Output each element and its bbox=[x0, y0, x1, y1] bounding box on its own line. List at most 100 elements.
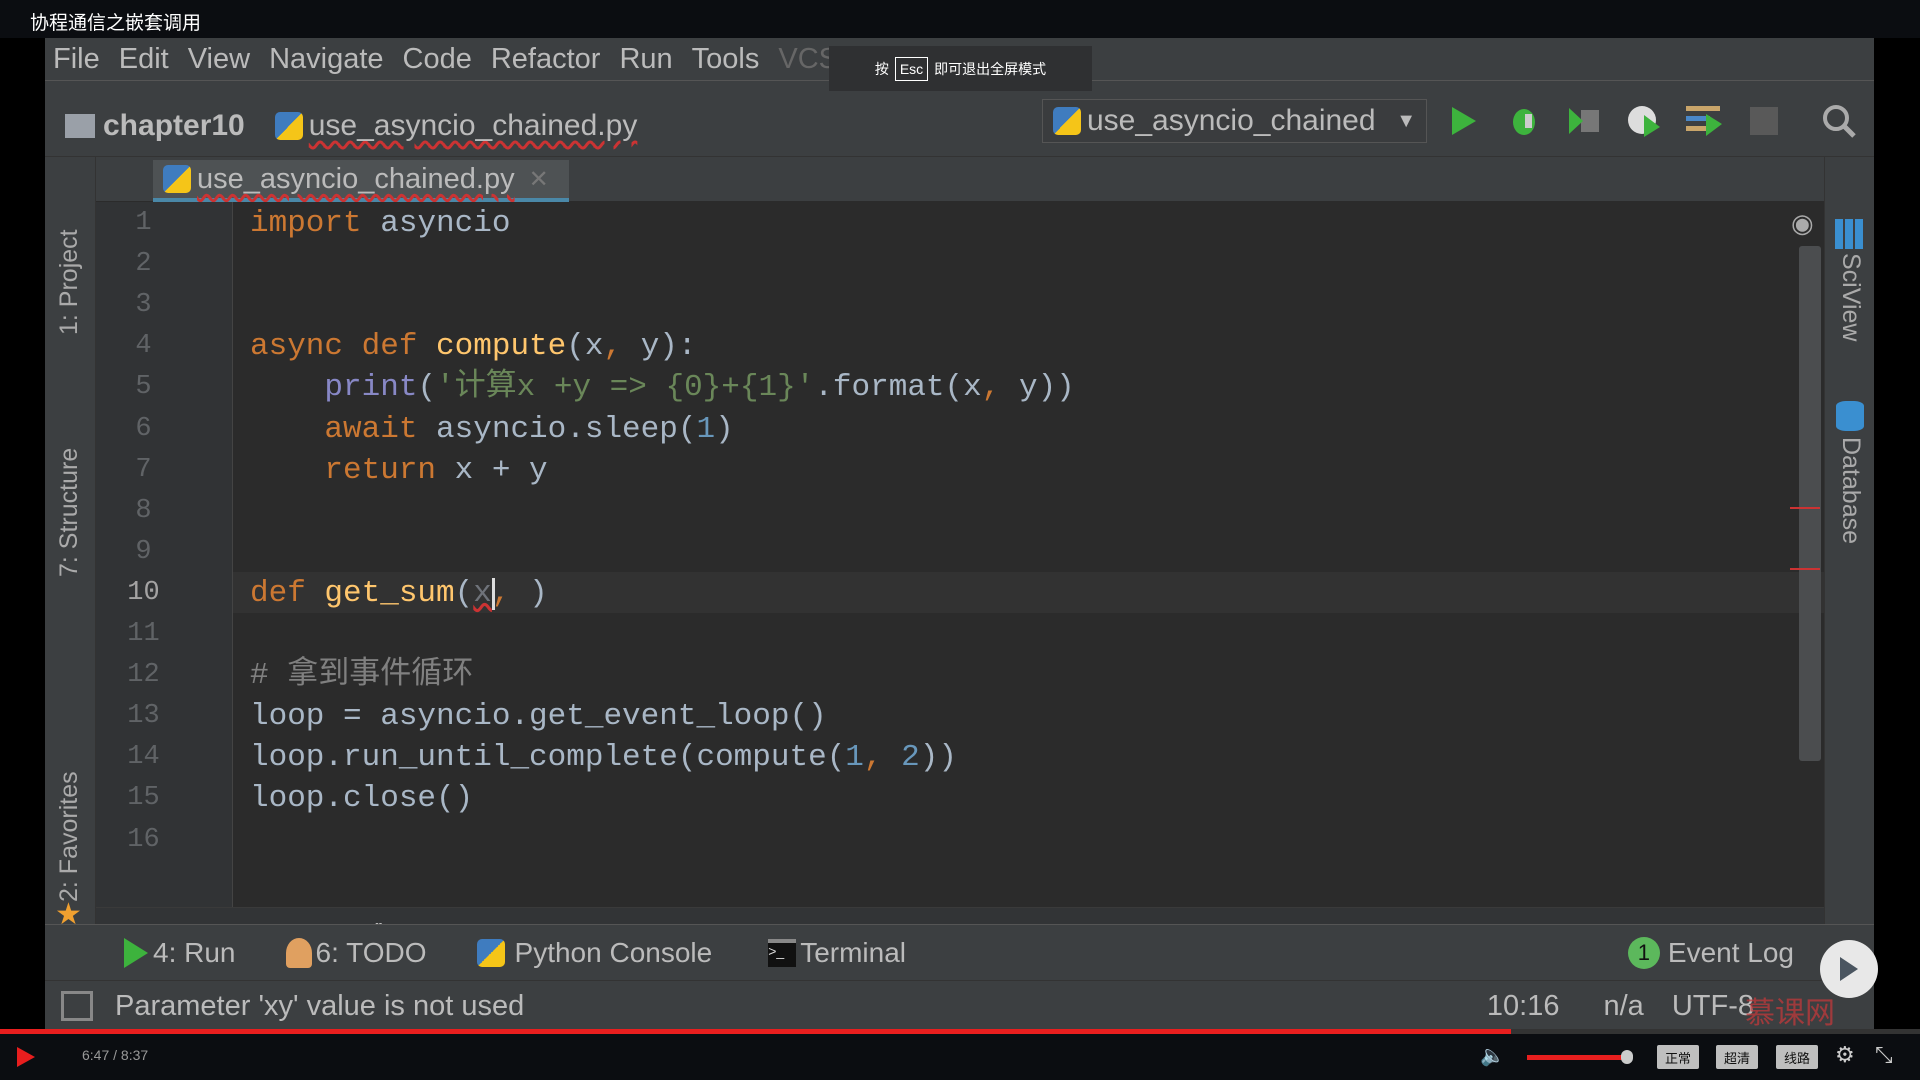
code-token: y)) bbox=[1018, 370, 1075, 406]
tool-project[interactable]: 1: Project bbox=[55, 229, 84, 335]
eye-icon[interactable]: ◉ bbox=[1791, 208, 1814, 239]
event-log-label: Event Log bbox=[1667, 936, 1794, 968]
code-token: x + y bbox=[454, 452, 548, 488]
menu-code[interactable]: Code bbox=[403, 43, 472, 76]
code-token: return bbox=[250, 452, 455, 488]
concurrency-button[interactable] bbox=[1685, 102, 1723, 140]
line-number: 1 bbox=[135, 208, 152, 238]
line-number: 7 bbox=[135, 454, 152, 485]
search-button[interactable] bbox=[1820, 102, 1858, 140]
coverage-button[interactable] bbox=[1565, 102, 1603, 140]
code-line[interactable]: loop.close() bbox=[250, 778, 473, 819]
event-log[interactable]: 1 Event Log bbox=[1627, 936, 1794, 969]
code-line[interactable]: # 拿到事件循环 bbox=[250, 655, 473, 696]
exit-fullscreen-icon[interactable]: ⤡ bbox=[1875, 1042, 1893, 1068]
line-number: 2 bbox=[135, 249, 152, 280]
code-line[interactable]: async def compute(x, y): bbox=[250, 326, 697, 367]
code-line[interactable]: def get_sum(x, ) bbox=[250, 573, 548, 614]
code-token: , bbox=[863, 740, 902, 776]
debug-button[interactable] bbox=[1505, 102, 1543, 140]
tool-python-console-label: Python Console bbox=[514, 936, 713, 968]
tool-terminal[interactable]: >_ Terminal bbox=[768, 937, 906, 969]
close-icon[interactable]: ✕ bbox=[529, 165, 549, 194]
code-editor[interactable]: import asyncio async def compute(x, y): p… bbox=[233, 202, 1845, 907]
file-encoding[interactable]: UTF-8 bbox=[1672, 990, 1754, 1023]
toggle-tool-windows-icon[interactable] bbox=[61, 991, 93, 1021]
menu-navigate[interactable]: Navigate bbox=[269, 43, 383, 76]
tool-todo-label: 6: TODO bbox=[315, 936, 427, 968]
code-line[interactable]: loop.run_until_complete(compute(1, 2)) bbox=[250, 737, 957, 778]
code-token: x bbox=[473, 575, 492, 611]
code-token: , bbox=[491, 575, 530, 611]
volume-slider[interactable] bbox=[1527, 1050, 1633, 1064]
line-number: 9 bbox=[135, 536, 152, 567]
menu-run[interactable]: Run bbox=[619, 43, 672, 76]
stop-button[interactable] bbox=[1745, 102, 1783, 140]
code-token: ) bbox=[715, 411, 734, 447]
chevron-down-icon: ▼ bbox=[1396, 109, 1416, 132]
breadcrumb-folder[interactable]: chapter10 bbox=[103, 109, 245, 143]
gear-icon[interactable]: ⚙ bbox=[1835, 1042, 1855, 1068]
terminal-icon: >_ bbox=[768, 938, 797, 967]
caret-position[interactable]: 10:16 bbox=[1487, 990, 1560, 1023]
code-token: asyncio.sleep( bbox=[436, 411, 697, 447]
database-icon bbox=[1836, 401, 1864, 431]
editor-tabs: use_asyncio_chained.py ✕ bbox=[96, 157, 1869, 202]
video-title: 协程通信之嵌套调用 bbox=[0, 0, 1920, 38]
route-button[interactable]: 线路 bbox=[1776, 1045, 1819, 1069]
error-marker[interactable] bbox=[1790, 507, 1820, 509]
menu-file[interactable]: File bbox=[53, 43, 100, 76]
tool-structure[interactable]: 7: Structure bbox=[55, 448, 84, 577]
code-token: , bbox=[603, 329, 641, 365]
line-number: 3 bbox=[135, 290, 152, 321]
tab-use-asyncio-chained[interactable]: use_asyncio_chained.py ✕ bbox=[153, 160, 569, 202]
code-token: import bbox=[250, 206, 381, 241]
code-token: def bbox=[250, 575, 325, 611]
todo-icon bbox=[285, 937, 312, 968]
player-controls: 6:47 / 8:37 🔈 正常 超清 线路 ⚙ ⤡ bbox=[0, 1034, 1920, 1080]
next-video-button[interactable] bbox=[1820, 940, 1878, 998]
breadcrumb-file[interactable]: use_asyncio_chained.py bbox=[309, 109, 638, 143]
line-number: 8 bbox=[135, 495, 152, 526]
play-icon[interactable] bbox=[16, 1046, 36, 1068]
tool-sciview[interactable]: SciView bbox=[1836, 253, 1865, 341]
volume-icon[interactable]: 🔈 bbox=[1480, 1043, 1505, 1068]
tab-label: use_asyncio_chained.py bbox=[197, 162, 515, 195]
event-count-badge: 1 bbox=[1627, 936, 1660, 969]
tool-database[interactable]: Database bbox=[1836, 437, 1865, 544]
volume-fill bbox=[1527, 1055, 1622, 1060]
code-line[interactable]: loop = asyncio.get_event_loop() bbox=[250, 696, 827, 737]
tool-python-console[interactable]: Python Console bbox=[476, 936, 713, 969]
menu-view[interactable]: View bbox=[188, 43, 250, 76]
line-number: 16 bbox=[127, 824, 160, 855]
volume-handle[interactable] bbox=[1621, 1050, 1633, 1064]
tool-favorites[interactable]: 2: Favorites bbox=[55, 771, 84, 902]
code-token: ( bbox=[417, 370, 437, 406]
code-token: print bbox=[324, 370, 418, 406]
run-config-select[interactable]: use_asyncio_chained ▼ bbox=[1042, 99, 1427, 143]
error-marker[interactable] bbox=[1790, 568, 1820, 570]
line-number: 5 bbox=[135, 372, 152, 403]
code-line[interactable]: print('计算x +y => {0}+{1}'.format(x, y)) bbox=[250, 367, 1075, 408]
status-message: Parameter 'xy' value is not used bbox=[115, 989, 525, 1022]
menu-refactor[interactable]: Refactor bbox=[491, 43, 601, 76]
code-line[interactable]: import asyncio bbox=[250, 203, 510, 244]
debug-icon bbox=[1513, 109, 1535, 135]
quality-normal-button[interactable]: 正常 bbox=[1657, 1045, 1700, 1069]
code-token: loop.run_until_complete(compute( bbox=[250, 740, 846, 776]
code-token: # 拿到事件循环 bbox=[250, 658, 474, 694]
menu-tools[interactable]: Tools bbox=[692, 43, 760, 76]
editor-scrollbar[interactable] bbox=[1799, 246, 1821, 761]
menu-edit[interactable]: Edit bbox=[119, 43, 169, 76]
line-number: 10 bbox=[127, 577, 160, 608]
tool-todo[interactable]: 6: TODO bbox=[285, 936, 427, 969]
tool-run[interactable]: 4: Run bbox=[123, 937, 236, 969]
text-cursor bbox=[491, 577, 495, 610]
profile-button[interactable] bbox=[1625, 102, 1663, 140]
line-separator[interactable]: n/a bbox=[1604, 990, 1644, 1023]
quality-hd-button[interactable]: 超清 bbox=[1716, 1045, 1759, 1069]
code-token: .format(x bbox=[814, 370, 982, 406]
run-button[interactable] bbox=[1445, 102, 1483, 140]
code-line[interactable]: await asyncio.sleep(1) bbox=[250, 409, 734, 450]
code-line[interactable]: return x + y bbox=[250, 450, 548, 491]
